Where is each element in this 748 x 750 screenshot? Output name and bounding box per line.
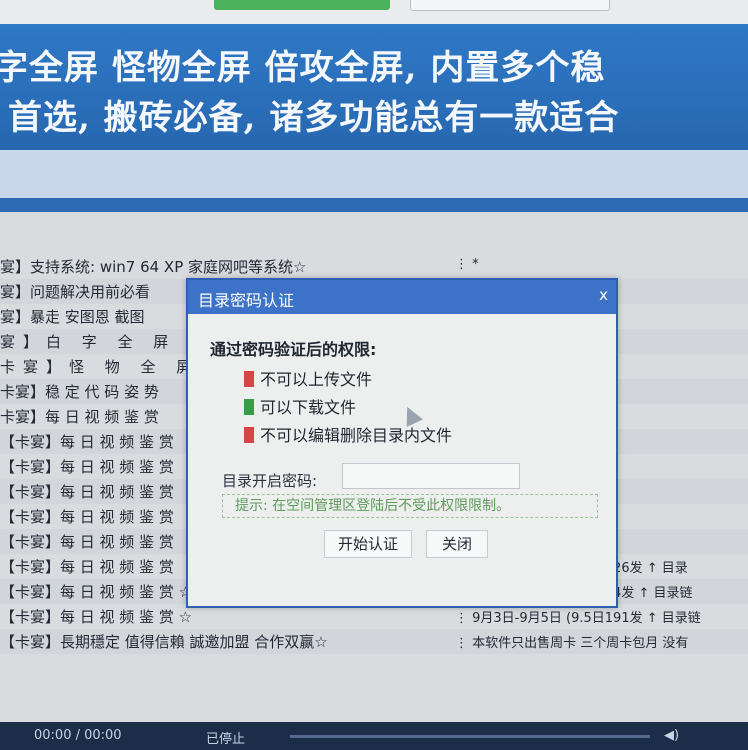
list-item-title[interactable]: 宴】问题解决用前必看 bbox=[0, 281, 150, 302]
dialog-title: 目录密码认证 bbox=[198, 291, 295, 310]
list-item-title[interactable]: 宴】暴走 安图恩 截图 bbox=[0, 306, 145, 327]
list-item-title[interactable]: 【卡宴】每 日 视 频 鉴 赏 bbox=[0, 506, 174, 527]
list-item-title[interactable]: 卡宴】稳 定 代 码 姿 势 bbox=[0, 381, 159, 402]
list-item-title[interactable]: 【卡宴】每 日 视 频 鉴 赏 ☆ bbox=[0, 581, 192, 602]
list-item-detail: ⋮ 本软件只出售周卡 三个周卡包月 没有 bbox=[455, 636, 689, 651]
close-icon[interactable]: x bbox=[599, 286, 608, 304]
password-input[interactable] bbox=[342, 463, 520, 489]
list-item[interactable]: 宴】支持系统: win7 64 XP 家庭网吧等系统☆ ⋮ * bbox=[0, 254, 748, 279]
dialog-titlebar[interactable]: 目录密码认证 x bbox=[188, 280, 616, 314]
banner-line-1: 字全屏 怪物全屏 倍攻全屏, 内置多个稳 bbox=[0, 48, 606, 88]
banner: 字全屏 怪物全屏 倍攻全屏, 内置多个稳 首选, 搬砖必备, 诸多功能总有一款适… bbox=[0, 24, 748, 150]
list-item-title[interactable]: 【卡宴】每 日 视 频 鉴 赏 bbox=[0, 556, 174, 577]
permission-item: 可以下载文件 bbox=[244, 394, 356, 418]
permissions-heading: 通过密码验证后的权限: bbox=[210, 340, 377, 359]
allow-icon bbox=[244, 399, 254, 415]
hint-text: 提示: 在空间管理区登陆后不受此权限限制。 bbox=[222, 494, 598, 518]
list-item-detail: ⋮ * bbox=[455, 257, 479, 272]
list-item-title[interactable]: 宴】白 字 全 屏 bbox=[0, 331, 176, 352]
list-item-title[interactable]: 卡宴】怪 物 全 屏 bbox=[0, 356, 199, 377]
start-auth-button[interactable]: 开始认证 bbox=[324, 530, 412, 558]
password-label: 目录开启密码: bbox=[222, 472, 318, 490]
banner-line-2: 首选, 搬砖必备, 诸多功能总有一款适合 bbox=[8, 98, 620, 138]
list-item-title[interactable]: 【卡宴】每 日 视 频 鉴 赏 ☆ bbox=[0, 606, 192, 627]
list-item-detail: ⋮ 9月3日-9月5日 (9.5日191发 ↑ 目录链 bbox=[455, 611, 701, 626]
permission-item: 不可以编辑删除目录内文件 bbox=[244, 422, 452, 446]
list-item[interactable]: 【卡宴】長期穩定 值得信賴 誠邀加盟 合作双赢☆ ⋮ 本软件只出售周卡 三个周卡包… bbox=[0, 629, 748, 654]
close-button[interactable]: 关闭 bbox=[426, 530, 488, 558]
banner-bar bbox=[0, 198, 748, 212]
progress-track[interactable] bbox=[290, 735, 650, 738]
playback-time: 00:00 / 00:00 bbox=[34, 728, 122, 743]
list-item-title[interactable]: 【卡宴】每 日 视 频 鉴 赏 bbox=[0, 481, 174, 502]
top-green-button[interactable] bbox=[214, 0, 390, 10]
deny-icon bbox=[244, 371, 254, 387]
list-item-title[interactable]: 卡宴】每 日 视 频 鉴 赏 bbox=[0, 406, 159, 427]
deny-icon bbox=[244, 427, 254, 443]
list-item-title[interactable]: 宴】支持系统: win7 64 XP 家庭网吧等系统☆ bbox=[0, 256, 306, 277]
list-item-title[interactable]: 【卡宴】每 日 视 频 鉴 赏 bbox=[0, 531, 174, 552]
permission-item: 不可以上传文件 bbox=[244, 366, 372, 390]
list-item-title[interactable]: 【卡宴】每 日 视 频 鉴 赏 bbox=[0, 431, 174, 452]
top-strip bbox=[0, 0, 748, 24]
list-item-title[interactable]: 【卡宴】每 日 视 频 鉴 赏 bbox=[0, 456, 174, 477]
top-white-button[interactable] bbox=[410, 0, 610, 11]
password-dialog: 目录密码认证 x 通过密码验证后的权限: 不可以上传文件 可以下载文件 不可以编… bbox=[186, 278, 618, 608]
player-statusbar: 00:00 / 00:00 已停止 ◀) bbox=[0, 722, 748, 750]
list-item-title[interactable]: 【卡宴】長期穩定 值得信賴 誠邀加盟 合作双赢☆ bbox=[0, 631, 328, 652]
volume-icon[interactable]: ◀) bbox=[664, 728, 679, 743]
playback-state: 已停止 bbox=[206, 732, 246, 747]
